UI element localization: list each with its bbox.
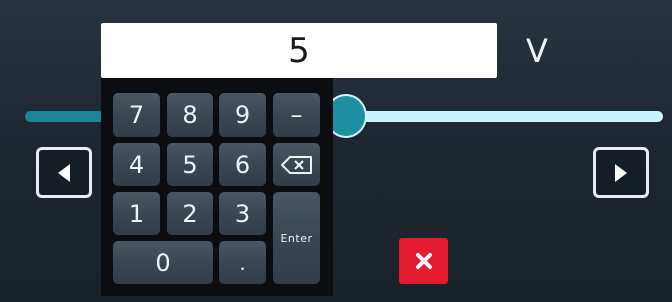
key-7[interactable]: 7 (113, 93, 160, 137)
backspace-icon (280, 155, 312, 174)
slider-track-filled[interactable] (25, 111, 105, 122)
value-text: 5 (288, 30, 310, 71)
triangle-left-icon (58, 163, 70, 182)
key-0[interactable]: 0 (113, 241, 213, 284)
key-9[interactable]: 9 (219, 93, 266, 137)
value-input-field[interactable]: 5 (101, 23, 497, 78)
key-2[interactable]: 2 (167, 192, 213, 235)
key-1[interactable]: 1 (113, 192, 160, 235)
slider-track-empty[interactable] (345, 111, 663, 122)
close-icon (415, 253, 432, 269)
key-minus[interactable]: – (273, 93, 320, 137)
increment-button[interactable] (593, 147, 649, 198)
unit-label: V (526, 32, 548, 70)
triangle-right-icon (615, 163, 627, 182)
key-decimal[interactable]: . (219, 241, 266, 284)
decrement-button[interactable] (36, 147, 92, 198)
key-5[interactable]: 5 (167, 143, 213, 186)
cancel-button[interactable] (399, 238, 448, 284)
numeric-keypad: 7 8 9 – 4 5 6 1 2 3 Enter 0 . (101, 78, 333, 296)
backspace-button[interactable] (273, 143, 320, 186)
key-8[interactable]: 8 (167, 93, 213, 137)
key-6[interactable]: 6 (219, 143, 266, 186)
enter-button[interactable]: Enter (273, 192, 320, 284)
key-4[interactable]: 4 (113, 143, 160, 186)
key-3[interactable]: 3 (219, 192, 266, 235)
